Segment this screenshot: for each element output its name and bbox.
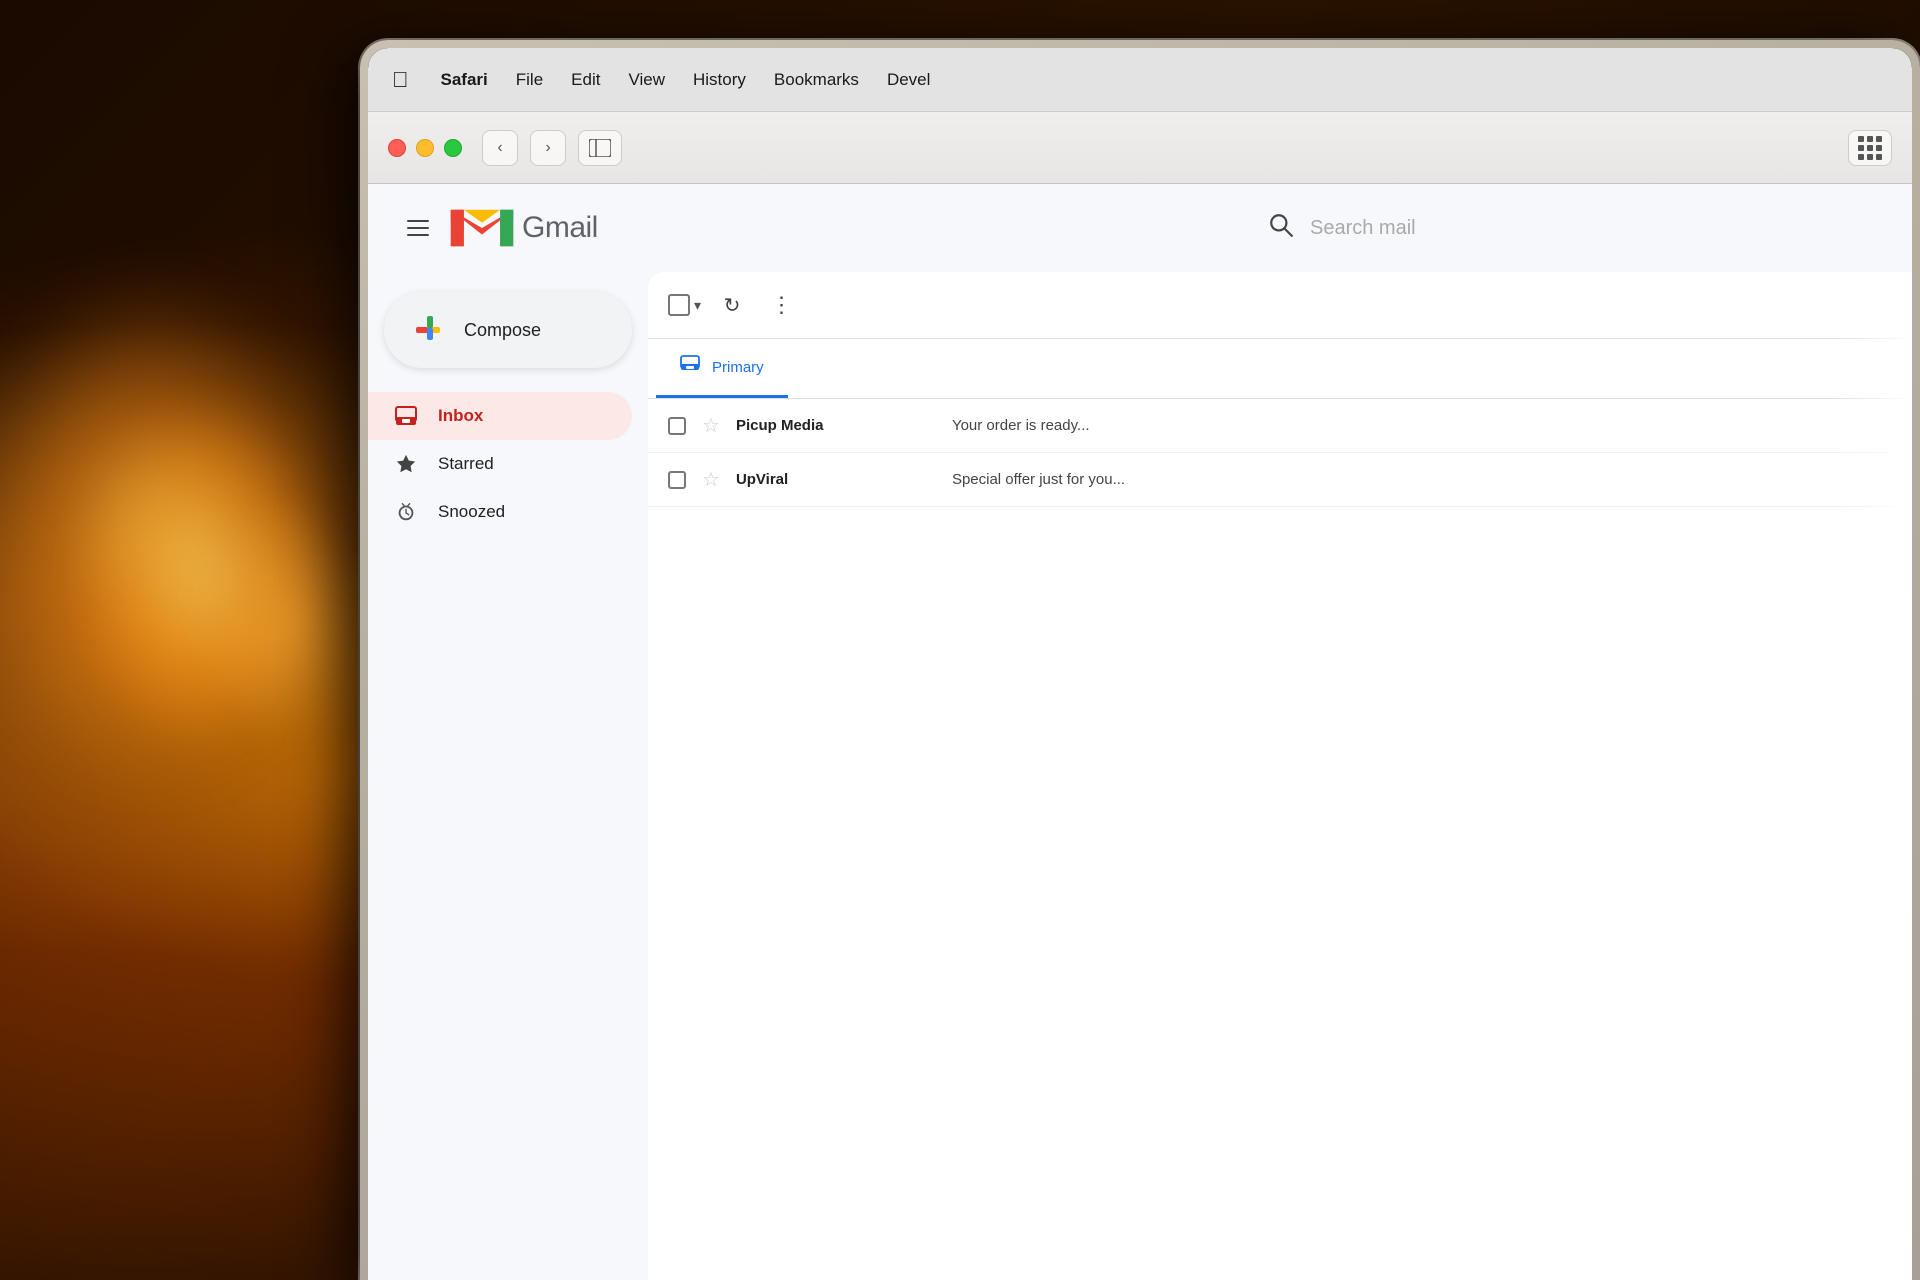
back-button[interactable]: ‹ <box>482 130 518 166</box>
star-icon[interactable]: ☆ <box>702 413 720 438</box>
traffic-lights <box>388 139 462 157</box>
close-button[interactable] <box>388 139 406 157</box>
tab-primary[interactable]: Primary <box>656 339 788 398</box>
select-all-area[interactable]: ▾ <box>668 294 701 316</box>
sidebar-toggle-button[interactable] <box>578 130 622 166</box>
back-icon: ‹ <box>497 139 502 157</box>
gmail-content: ▾ ↻ ⋮ <box>648 272 1912 1280</box>
hamburger-button[interactable] <box>392 202 444 254</box>
menu-bookmarks[interactable]: Bookmarks <box>774 68 859 92</box>
email-sender: Picup Media <box>736 417 936 434</box>
snoozed-label: Snoozed <box>438 502 505 522</box>
menu-edit[interactable]: Edit <box>571 68 600 92</box>
refresh-icon: ↻ <box>724 293 741 318</box>
grid-icon <box>1858 136 1882 160</box>
sidebar-item-inbox[interactable]: Inbox <box>368 392 632 440</box>
compose-button[interactable]: Compose <box>384 292 632 368</box>
email-checkbox[interactable] <box>668 471 686 489</box>
email-preview: Special offer just for you... <box>952 471 1892 488</box>
gmail-logo: Gmail <box>448 202 598 254</box>
menu-develop[interactable]: Devel <box>887 68 930 92</box>
sidebar-icon <box>589 139 611 157</box>
sidebar-item-snoozed[interactable]: Snoozed <box>368 488 632 536</box>
hamburger-line-3 <box>407 234 429 236</box>
table-row[interactable]: ☆ Picup Media Your order is ready... <box>648 399 1912 453</box>
primary-tab-label: Primary <box>712 359 764 376</box>
content-toolbar: ▾ ↻ ⋮ <box>648 272 1912 339</box>
macos-menubar:  Safari File Edit View History Bookmark… <box>368 48 1912 112</box>
laptop-frame:  Safari File Edit View History Bookmark… <box>360 40 1920 1280</box>
search-icon <box>1268 212 1294 245</box>
select-dropdown-arrow[interactable]: ▾ <box>694 297 701 314</box>
more-icon: ⋮ <box>771 292 794 318</box>
gmail-m-icon <box>448 202 516 254</box>
email-checkbox[interactable] <box>668 417 686 435</box>
primary-tab-icon <box>680 355 700 379</box>
minimize-button[interactable] <box>416 139 434 157</box>
forward-button[interactable]: › <box>530 130 566 166</box>
gmail-tabs: Primary <box>648 339 1912 399</box>
maximize-button[interactable] <box>444 139 462 157</box>
safari-toolbar: ‹ › <box>368 112 1912 184</box>
gmail-header: Gmail Search mail <box>368 184 1912 272</box>
more-options-button[interactable]: ⋮ <box>763 286 801 324</box>
email-preview: Your order is ready... <box>952 417 1892 434</box>
hamburger-line-2 <box>407 227 429 229</box>
star-icon <box>392 450 420 478</box>
sidebar-item-starred[interactable]: Starred <box>368 440 632 488</box>
apple-icon[interactable]:  <box>392 67 409 93</box>
search-placeholder-text: Search mail <box>1310 217 1416 240</box>
gmail-main: Compose Inbox <box>368 272 1912 1280</box>
forward-icon: › <box>545 139 550 157</box>
table-row[interactable]: ☆ UpViral Special offer just for you... <box>648 453 1912 507</box>
clock-icon <box>392 498 420 526</box>
inbox-label: Inbox <box>438 406 483 426</box>
menu-safari[interactable]: Safari <box>441 68 488 92</box>
compose-label: Compose <box>464 320 541 341</box>
gmail-sidebar: Compose Inbox <box>368 272 648 1280</box>
gmail-label: Gmail <box>522 211 598 245</box>
email-sender: UpViral <box>736 471 936 488</box>
refresh-button[interactable]: ↻ <box>713 286 751 324</box>
menu-history[interactable]: History <box>693 68 746 92</box>
select-all-checkbox[interactable] <box>668 294 690 316</box>
search-area[interactable]: Search mail <box>1208 212 1888 245</box>
menu-view[interactable]: View <box>628 68 665 92</box>
hamburger-line-1 <box>407 220 429 222</box>
menu-file[interactable]: File <box>516 68 543 92</box>
browser-content: Gmail Search mail <box>368 184 1912 1280</box>
starred-label: Starred <box>438 454 494 474</box>
star-icon[interactable]: ☆ <box>702 467 720 492</box>
bokeh-light-3 <box>200 500 380 750</box>
screen-bezel:  Safari File Edit View History Bookmark… <box>368 48 1912 1280</box>
compose-plus-icon <box>412 312 448 348</box>
inbox-icon <box>392 402 420 430</box>
grid-button[interactable] <box>1848 130 1892 166</box>
